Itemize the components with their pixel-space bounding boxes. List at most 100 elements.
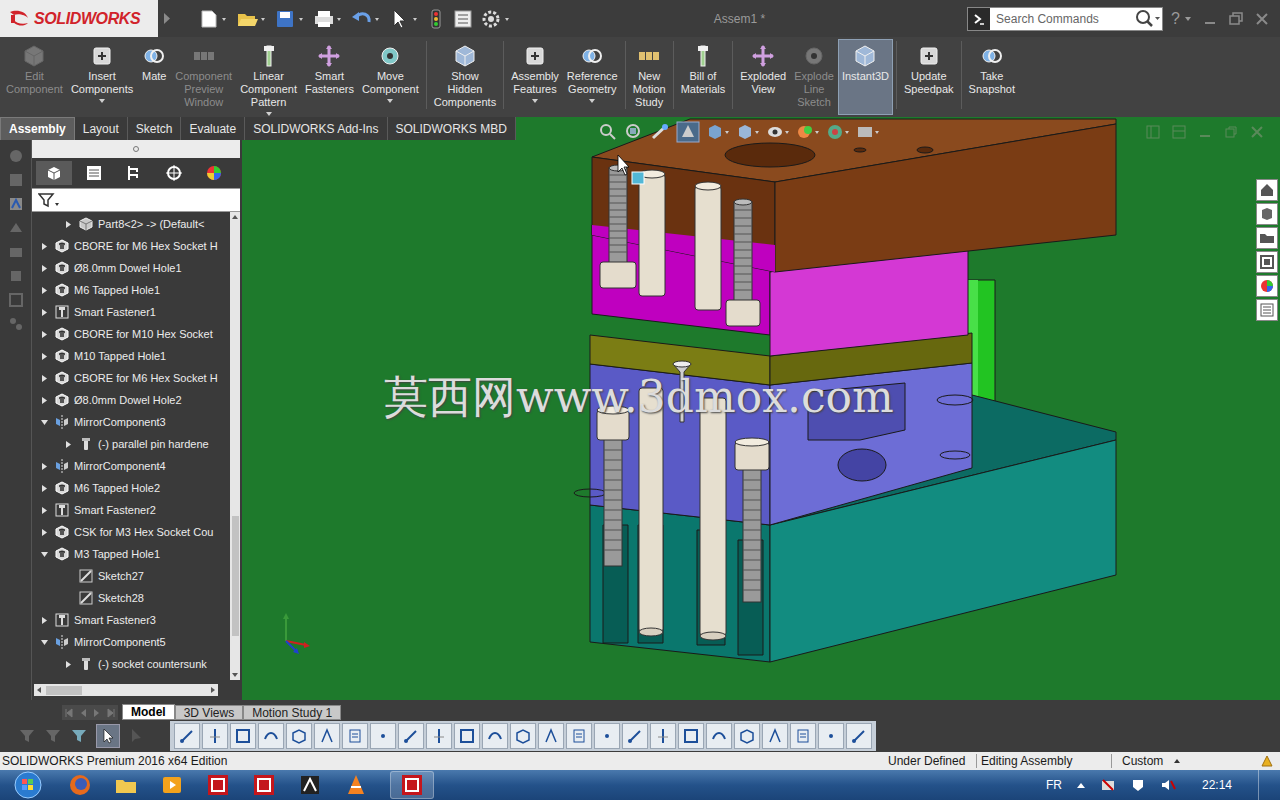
tree-item[interactable]: MirrorComponent3 xyxy=(32,411,230,433)
command-tab[interactable]: Layout xyxy=(75,117,128,140)
filter-button[interactable] xyxy=(762,723,788,749)
display-manager-tab[interactable] xyxy=(196,161,232,185)
view-settings-icon[interactable] xyxy=(856,122,880,142)
zoom-to-fit-icon[interactable] xyxy=(598,122,618,142)
command-tab[interactable]: Sketch xyxy=(128,117,182,140)
vertical-scrollbar[interactable] xyxy=(230,212,240,680)
start-button[interactable] xyxy=(0,771,56,799)
expand-toggle[interactable] xyxy=(38,328,50,340)
tree-item[interactable]: (-) socket countersunk xyxy=(32,653,230,675)
filter-button[interactable] xyxy=(846,723,872,749)
tree-item[interactable]: Part8<2> -> (Default< xyxy=(32,213,230,235)
solidworks-2015-icon[interactable] xyxy=(206,773,230,797)
tree-item[interactable]: CBORE for M6 Hex Socket H xyxy=(32,367,230,389)
axis-triad-icon[interactable] xyxy=(276,611,316,655)
tool-icon[interactable] xyxy=(8,148,24,164)
tool-icon[interactable] xyxy=(8,196,24,212)
search-input[interactable] xyxy=(990,8,1132,30)
app-icon[interactable] xyxy=(298,773,322,797)
ribbon-button[interactable]: LinearComponentPattern xyxy=(236,39,301,120)
expand-toggle[interactable] xyxy=(38,262,50,274)
command-tab[interactable]: Assembly xyxy=(0,117,75,140)
help-menu[interactable]: ? xyxy=(1171,7,1192,31)
close-icon[interactable] xyxy=(1250,125,1264,139)
filter-button[interactable] xyxy=(398,723,424,749)
ribbon-button[interactable]: MoveComponent xyxy=(358,39,423,115)
expand-toggle[interactable] xyxy=(38,394,50,406)
filter-button[interactable] xyxy=(370,723,396,749)
ribbon-button[interactable]: NewMotionStudy xyxy=(629,39,670,120)
section-view-icon[interactable] xyxy=(676,121,700,143)
filter-button[interactable] xyxy=(566,723,592,749)
property-manager-tab[interactable] xyxy=(76,161,112,185)
model-tab[interactable]: Motion Study 1 xyxy=(243,705,341,720)
explorer-icon[interactable] xyxy=(114,773,138,797)
new-document-icon[interactable] xyxy=(198,8,230,30)
feature-manager-tab[interactable] xyxy=(36,161,72,185)
expand-toggle[interactable] xyxy=(38,284,50,296)
tree-item[interactable]: CSK for M3 Hex Socket Cou xyxy=(32,521,230,543)
filter-button[interactable] xyxy=(258,723,284,749)
filter-button[interactable] xyxy=(678,723,704,749)
tree-filter[interactable] xyxy=(32,188,240,212)
ribbon-button[interactable]: Mate xyxy=(137,39,171,115)
graphics-area[interactable]: 莫西网www.3dmox.com xyxy=(242,117,1280,700)
model-tab[interactable]: Model xyxy=(122,704,175,720)
expand-toggle[interactable] xyxy=(62,218,74,230)
ribbon-button[interactable]: UpdateSpeedpak xyxy=(900,39,958,115)
search-icon[interactable] xyxy=(1132,8,1162,30)
select-tool[interactable] xyxy=(96,724,120,748)
ribbon-button[interactable]: ExplodedView xyxy=(736,39,790,115)
filter-button[interactable] xyxy=(202,723,228,749)
previous-view-icon[interactable] xyxy=(650,122,670,142)
expand-toggle[interactable] xyxy=(38,482,50,494)
next-tab-icon[interactable] xyxy=(92,708,102,718)
filter-button[interactable] xyxy=(650,723,676,749)
design-library-tab[interactable] xyxy=(1256,203,1278,225)
filter-button[interactable] xyxy=(622,723,648,749)
expand-toggle[interactable] xyxy=(38,614,50,626)
network-icon[interactable] xyxy=(1100,777,1116,793)
filter-button[interactable] xyxy=(594,723,620,749)
clock[interactable]: 22:14 xyxy=(1190,776,1244,794)
logo[interactable]: SOLIDWORKS xyxy=(0,0,158,37)
expand-toggle[interactable] xyxy=(38,350,50,362)
tree-item[interactable]: Ø8.0mm Dowel Hole1 xyxy=(32,257,230,279)
hide-show-items-icon[interactable] xyxy=(766,122,790,142)
filter-button[interactable] xyxy=(818,723,844,749)
apply-scene-icon[interactable] xyxy=(826,122,850,142)
filter-button[interactable] xyxy=(174,723,200,749)
tool-icon[interactable] xyxy=(8,172,24,188)
command-tab[interactable]: SOLIDWORKS Add-Ins xyxy=(245,117,387,140)
undo-icon[interactable] xyxy=(350,8,382,30)
custom-properties-tab[interactable] xyxy=(1256,299,1278,321)
edit-appearance-icon[interactable] xyxy=(796,122,820,142)
view-orientation-icon[interactable] xyxy=(706,122,730,142)
rebuild-icon[interactable] xyxy=(426,8,446,30)
expand-toggle[interactable] xyxy=(38,504,50,516)
expand-toggle[interactable] xyxy=(38,636,50,648)
first-tab-icon[interactable] xyxy=(64,708,74,718)
filter-button[interactable] xyxy=(286,723,312,749)
filter-button[interactable] xyxy=(342,723,368,749)
ribbon-button[interactable]: SmartFasteners xyxy=(301,39,358,115)
restore-icon[interactable] xyxy=(1224,125,1238,139)
tool-icon[interactable] xyxy=(8,220,24,236)
ribbon-button[interactable]: AssemblyFeatures xyxy=(507,39,563,115)
expand-toggle[interactable] xyxy=(38,306,50,318)
model-tab[interactable]: 3D Views xyxy=(175,705,243,720)
media-player-icon[interactable] xyxy=(160,773,184,797)
display-style-icon[interactable] xyxy=(736,122,760,142)
horizontal-scrollbar[interactable] xyxy=(34,684,218,696)
close-icon[interactable] xyxy=(1254,11,1270,27)
tree-item[interactable]: Smart Fastener3 xyxy=(32,609,230,631)
solidworks-2016-icon[interactable] xyxy=(252,773,276,797)
expand-toggle[interactable] xyxy=(38,240,50,252)
command-tab[interactable]: Evaluate xyxy=(181,117,245,140)
select-icon[interactable] xyxy=(388,8,420,30)
filter-button[interactable] xyxy=(790,723,816,749)
tree-item[interactable]: Sketch28 xyxy=(32,587,230,609)
filter-icon[interactable] xyxy=(18,727,36,745)
filter-button[interactable] xyxy=(482,723,508,749)
filter-icon[interactable] xyxy=(128,727,146,745)
